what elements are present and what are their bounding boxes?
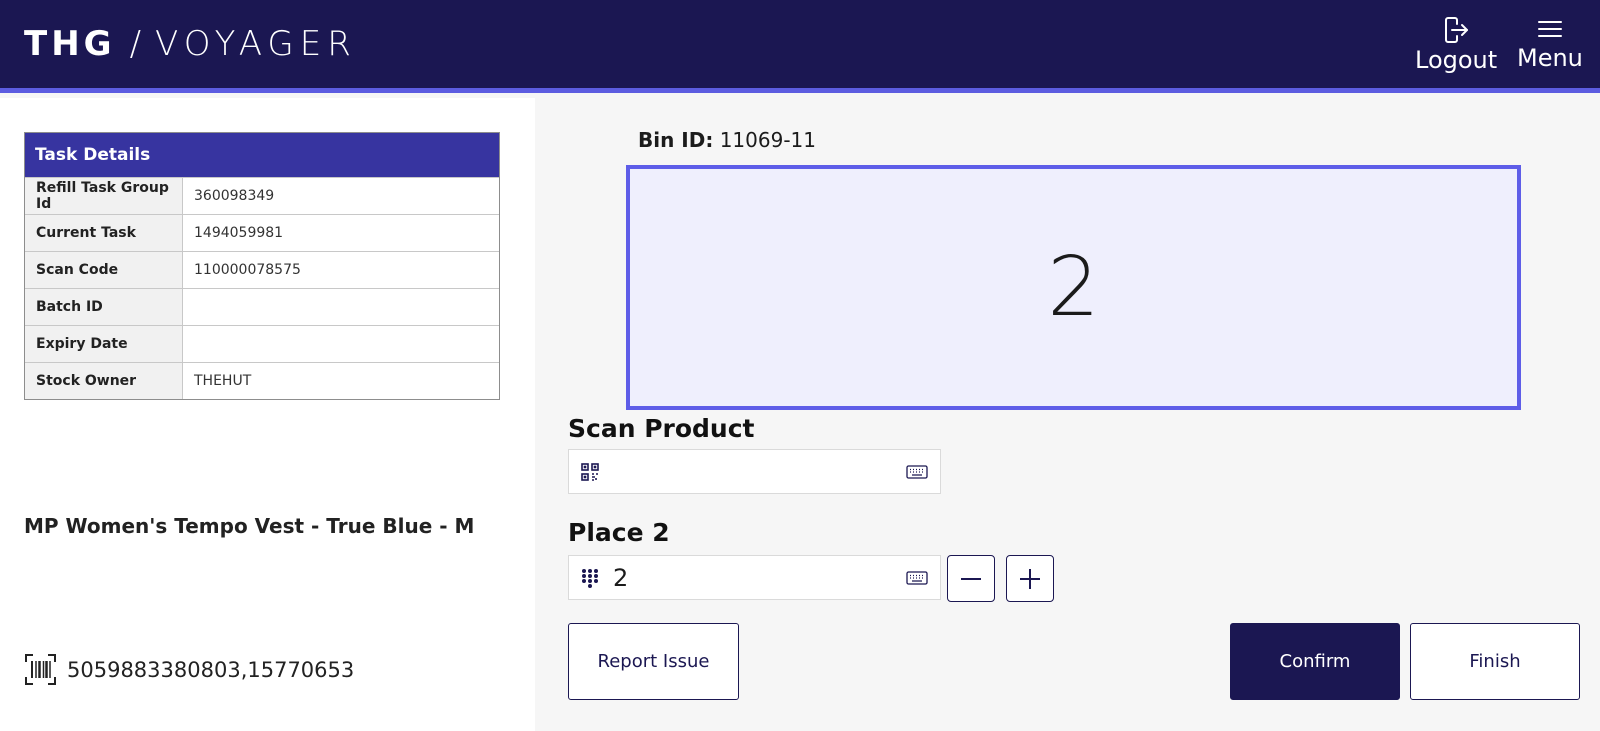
bin-id-label: Bin ID: (638, 128, 714, 152)
product-barcodes: 5059883380803,15770653 (24, 653, 354, 686)
logo-product: VOYAGER (155, 24, 357, 64)
place-quantity-value: 2 (613, 563, 629, 592)
logout-icon (1445, 17, 1469, 43)
barcode-icon (25, 654, 56, 685)
task-row-stock-owner: Stock Owner THEHUT (25, 362, 499, 399)
task-row-value: THEHUT (183, 363, 499, 399)
plus-icon (1020, 568, 1040, 589)
task-row-label: Batch ID (25, 289, 183, 325)
scan-product-label: Scan Product (568, 414, 755, 443)
place-quantity-input[interactable]: 2 (568, 555, 941, 600)
task-row-value: 110000078575 (183, 252, 499, 288)
menu-button[interactable]: Menu (1517, 16, 1583, 72)
logo-brand: THG (24, 24, 116, 64)
task-row-scan-code: Scan Code 110000078575 (25, 251, 499, 288)
confirm-button[interactable]: Confirm (1230, 623, 1400, 700)
barcode-values: 5059883380803,15770653 (67, 657, 355, 682)
keypad-icon (582, 568, 598, 588)
decrement-button[interactable] (947, 555, 995, 602)
task-row-value (183, 326, 499, 362)
logout-button[interactable]: Logout (1415, 16, 1497, 74)
app-header: THG / VOYAGER Logout Menu (0, 0, 1600, 93)
thg-voyager-logo: THG / VOYAGER (24, 24, 357, 64)
keyboard-icon[interactable] (906, 464, 928, 479)
left-panel: Task Details Refill Task Group Id 360098… (0, 98, 535, 731)
report-issue-button[interactable]: Report Issue (568, 623, 739, 700)
task-row-label: Refill Task Group Id (25, 178, 183, 214)
logout-label: Logout (1415, 46, 1498, 74)
increment-button[interactable] (1006, 555, 1054, 602)
bin-id-value: 11069-11 (719, 128, 816, 152)
product-name: MP Women's Tempo Vest - True Blue - M (24, 514, 475, 538)
qr-code-icon (581, 462, 599, 481)
task-details-table: Task Details Refill Task Group Id 360098… (24, 132, 500, 400)
task-row-value: 360098349 (183, 178, 499, 214)
menu-label: Menu (1517, 44, 1583, 72)
task-row-batch-id: Batch ID (25, 288, 499, 325)
task-row-value (183, 289, 499, 325)
task-details-title: Task Details (25, 133, 499, 177)
place-quantity-label: Place 2 (568, 518, 670, 547)
task-row-label: Stock Owner (25, 363, 183, 399)
bin-quantity-display: 2 (626, 165, 1521, 410)
scan-product-input[interactable] (568, 449, 941, 494)
minus-icon (961, 577, 981, 580)
keyboard-icon[interactable] (906, 570, 928, 585)
finish-button[interactable]: Finish (1410, 623, 1580, 700)
bin-id: Bin ID: 11069-11 (638, 128, 816, 152)
bin-quantity: 2 (1047, 240, 1100, 335)
task-row-label: Current Task (25, 215, 183, 251)
task-row-value: 1494059981 (183, 215, 499, 251)
hamburger-menu-icon (1537, 21, 1562, 37)
task-row-current-task: Current Task 1494059981 (25, 214, 499, 251)
task-row-label: Expiry Date (25, 326, 183, 362)
task-row-refill-group: Refill Task Group Id 360098349 (25, 177, 499, 214)
logo-slash: / (129, 24, 142, 64)
task-row-label: Scan Code (25, 252, 183, 288)
task-row-expiry-date: Expiry Date (25, 325, 499, 362)
